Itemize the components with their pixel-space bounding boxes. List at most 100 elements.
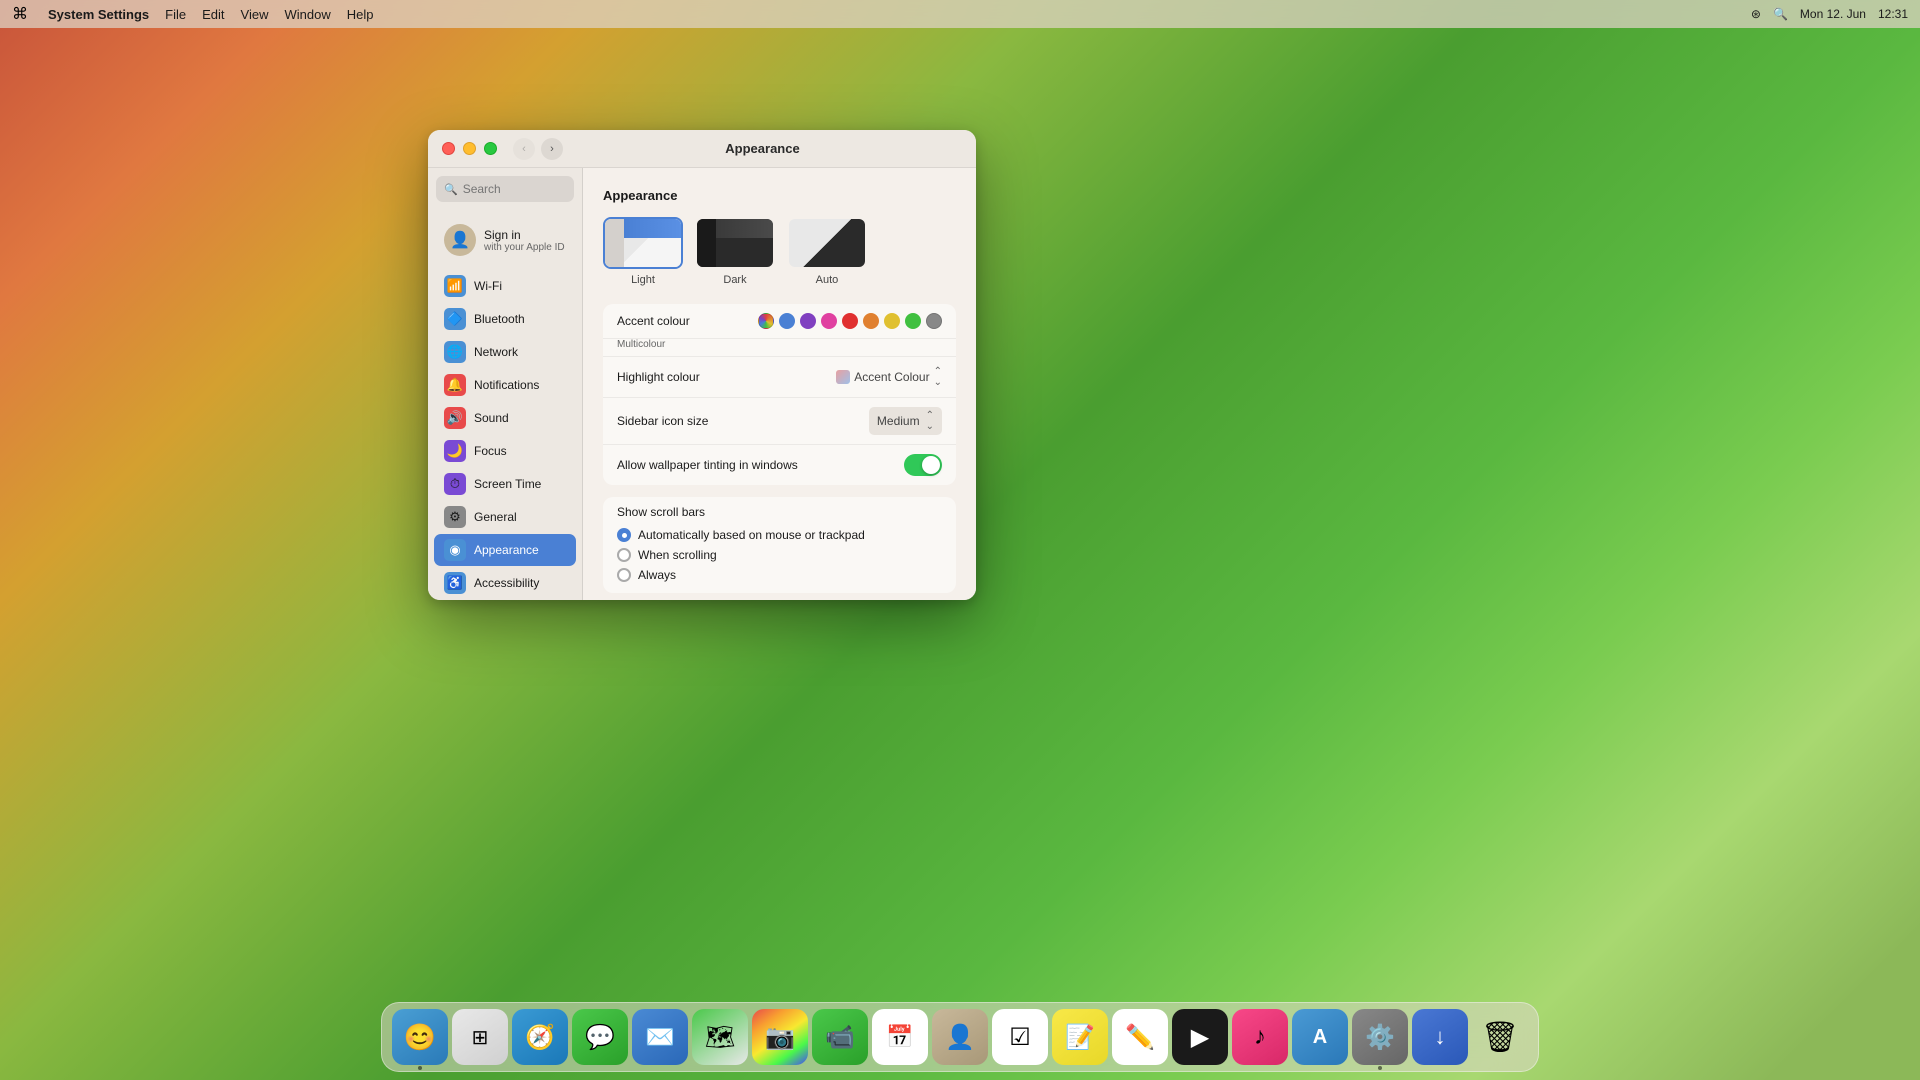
sidebar-item-accessibility[interactable]: ♿ Accessibility	[434, 567, 576, 599]
mode-label-auto: Auto	[816, 274, 839, 286]
menubar-control-center-icon[interactable]: ⊛	[1751, 7, 1761, 21]
scroll-always-radio[interactable]	[617, 568, 631, 582]
highlight-colour-stepper[interactable]: ⌃⌄	[934, 366, 942, 388]
wallpaper-tinting-toggle[interactable]	[904, 454, 942, 476]
accent-green[interactable]	[905, 313, 921, 329]
close-button[interactable]	[442, 142, 455, 155]
dock-item-yoink[interactable]: ↓	[1412, 1009, 1468, 1065]
menubar-datetime: Mon 12. Jun	[1800, 7, 1866, 21]
scroll-scrolling-label: When scrolling	[638, 548, 717, 562]
dock-item-appstore[interactable]: A	[1292, 1009, 1348, 1065]
appearance-icon: ◉	[444, 539, 466, 561]
user-name: Sign in	[484, 228, 565, 242]
appstore-icon: A	[1313, 1026, 1327, 1049]
sidebar-item-focus[interactable]: 🌙 Focus	[434, 435, 576, 467]
back-button[interactable]: ‹	[513, 138, 535, 160]
dock-item-messages[interactable]: 💬	[572, 1009, 628, 1065]
notifications-icon: 🔔	[444, 374, 466, 396]
dock-item-music[interactable]: ♪	[1232, 1009, 1288, 1065]
trash-icon: 🗑	[1481, 1020, 1519, 1055]
apple-logo-icon[interactable]: ⌘	[12, 4, 28, 24]
dock-item-reminders[interactable]: ☑	[992, 1009, 1048, 1065]
mode-dark[interactable]: Dark	[695, 217, 775, 286]
scroll-auto-radio[interactable]	[617, 528, 631, 542]
highlight-colour-value[interactable]: Accent Colour ⌃⌄	[836, 366, 942, 388]
system-settings-window: ‹ › Appearance 🔍 👤 Sign in	[428, 130, 976, 600]
section-title: Appearance	[603, 188, 956, 203]
file-menu[interactable]: File	[165, 7, 186, 22]
mode-light[interactable]: Light	[603, 217, 683, 286]
fullscreen-button[interactable]	[484, 142, 497, 155]
sidebar-item-bluetooth[interactable]: 🔷 Bluetooth	[434, 303, 576, 335]
mode-preview-light	[603, 217, 683, 269]
dock-item-freeform[interactable]: ✏️	[1112, 1009, 1168, 1065]
help-menu[interactable]: Help	[347, 7, 374, 22]
accent-purple[interactable]	[800, 313, 816, 329]
dock-item-mail[interactable]: ✉️	[632, 1009, 688, 1065]
dock-item-launchpad[interactable]: ⊞	[452, 1009, 508, 1065]
sidebar-label-sound: Sound	[474, 411, 509, 425]
search-bar[interactable]: 🔍	[436, 176, 574, 202]
titlebar: ‹ › Appearance	[428, 130, 976, 168]
sidebar-item-network[interactable]: 🌐 Network	[434, 336, 576, 368]
accent-pink[interactable]	[821, 313, 837, 329]
forward-button[interactable]: ›	[541, 138, 563, 160]
mode-auto[interactable]: Auto	[787, 217, 867, 286]
user-sub: with your Apple ID	[484, 242, 565, 253]
dock-item-photos[interactable]: 📷	[752, 1009, 808, 1065]
accent-red[interactable]	[842, 313, 858, 329]
scroll-auto-option[interactable]: Automatically based on mouse or trackpad	[617, 525, 942, 545]
window-menu[interactable]: Window	[284, 7, 330, 22]
sidebar-label-appearance: Appearance	[474, 543, 539, 557]
dock-item-facetime[interactable]: 📹	[812, 1009, 868, 1065]
accent-graphite[interactable]	[926, 313, 942, 329]
dock-item-safari[interactable]: 🧭	[512, 1009, 568, 1065]
dock-item-calendar[interactable]: 📅	[872, 1009, 928, 1065]
wallpaper-tinting-row: Allow wallpaper tinting in windows	[603, 445, 956, 485]
accent-blue[interactable]	[779, 313, 795, 329]
dock-item-sysprefs[interactable]: ⚙️	[1352, 1009, 1408, 1065]
accent-multicolor[interactable]	[758, 313, 774, 329]
sidebar-item-wifi[interactable]: 📶 Wi-Fi	[434, 270, 576, 302]
mode-label-light: Light	[631, 274, 655, 286]
sidebar-label-network: Network	[474, 345, 518, 359]
search-input[interactable]	[463, 182, 583, 196]
scroll-scrolling-radio[interactable]	[617, 548, 631, 562]
sidebar-item-screentime[interactable]: ⏱ Screen Time	[434, 468, 576, 500]
notes-icon: 📝	[1065, 1023, 1095, 1052]
dock-item-contacts[interactable]: 👤	[932, 1009, 988, 1065]
sidebar-item-appearance[interactable]: ◉ Appearance	[434, 534, 576, 566]
accent-yellow[interactable]	[884, 313, 900, 329]
sidebar-label-screentime: Screen Time	[474, 477, 541, 491]
scroll-always-option[interactable]: Always	[617, 565, 942, 585]
highlight-colour-row: Highlight colour Accent Colour ⌃⌄	[603, 357, 956, 398]
dock-item-finder[interactable]: 😊	[392, 1009, 448, 1065]
screentime-icon: ⏱	[444, 473, 466, 495]
accent-orange[interactable]	[863, 313, 879, 329]
dock-item-maps[interactable]: 🗺	[692, 1009, 748, 1065]
app-name-menu[interactable]: System Settings	[48, 7, 149, 22]
window-body: 🔍 👤 Sign in with your Apple ID 📶	[428, 168, 976, 600]
main-content: Appearance Light Dark	[583, 168, 976, 600]
edit-menu[interactable]: Edit	[202, 7, 224, 22]
dock-item-appletv[interactable]: ▶	[1172, 1009, 1228, 1065]
menubar: ⌘ System Settings File Edit View Window …	[0, 0, 1920, 28]
scroll-scrolling-option[interactable]: When scrolling	[617, 545, 942, 565]
accent-colour-label: Accent colour	[617, 314, 750, 328]
menubar-search-icon[interactable]: 🔍	[1773, 7, 1788, 21]
sidebar-item-notifications[interactable]: 🔔 Notifications	[434, 369, 576, 401]
sidebar-label-notifications: Notifications	[474, 378, 539, 392]
wifi-icon: 📶	[444, 275, 466, 297]
sidebar-item-sound[interactable]: 🔊 Sound	[434, 402, 576, 434]
view-menu[interactable]: View	[241, 7, 269, 22]
mail-icon: ✉️	[645, 1023, 675, 1052]
nav-buttons: ‹ ›	[513, 138, 563, 160]
wallpaper-tinting-label: Allow wallpaper tinting in windows	[617, 458, 904, 472]
dock-item-trash[interactable]: 🗑	[1472, 1009, 1528, 1065]
sidebar-item-signin[interactable]: 👤 Sign in with your Apple ID	[434, 216, 576, 264]
appearance-modes: Light Dark Auto	[603, 217, 956, 286]
sidebar-icon-size-value[interactable]: Medium ⌃⌄	[869, 407, 942, 435]
minimize-button[interactable]	[463, 142, 476, 155]
dock-item-notes[interactable]: 📝	[1052, 1009, 1108, 1065]
sidebar-item-general[interactable]: ⚙ General	[434, 501, 576, 533]
